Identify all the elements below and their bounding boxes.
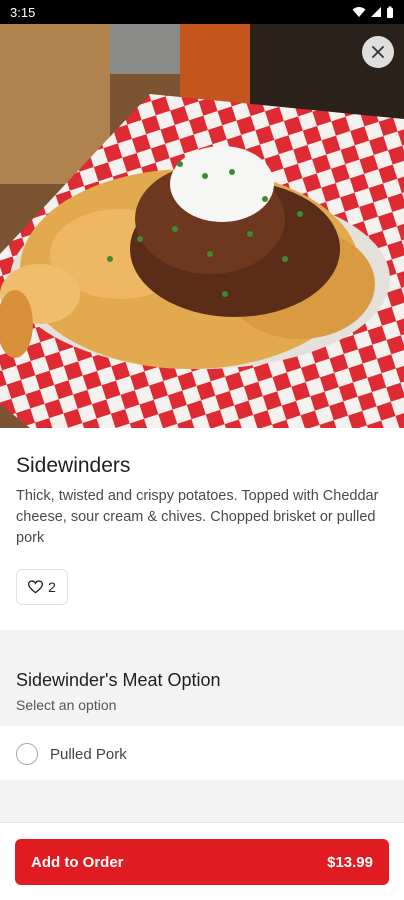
order-price: $13.99 xyxy=(327,853,373,871)
status-time: 3:15 xyxy=(10,4,36,20)
option-label: Pulled Pork xyxy=(50,745,127,763)
like-button[interactable]: 2 xyxy=(16,569,68,605)
item-description: Thick, twisted and crispy potatoes. Topp… xyxy=(16,488,379,546)
add-to-order-label: Add to Order xyxy=(31,853,124,871)
section-divider xyxy=(0,780,404,822)
item-details: Sidewinders Thick, twisted and crispy po… xyxy=(0,428,404,605)
close-button[interactable] xyxy=(362,36,394,68)
status-icons xyxy=(352,6,394,18)
item-photo xyxy=(0,24,404,428)
battery-icon xyxy=(387,6,393,18)
like-count: 2 xyxy=(48,579,56,595)
radio-button[interactable] xyxy=(16,743,38,765)
add-to-order-button[interactable]: Add to Order $13.99 xyxy=(15,839,389,885)
close-icon xyxy=(372,46,384,58)
option-pulled-pork[interactable]: Pulled Pork xyxy=(0,728,404,780)
heart-icon xyxy=(28,580,44,594)
option-group-title: Sidewinder's Meat Option xyxy=(16,670,221,690)
item-title: Sidewinders xyxy=(16,454,131,477)
status-bar: 3:15 xyxy=(0,0,404,24)
option-group-subtitle: Select an option xyxy=(16,697,117,713)
option-group-header: Sidewinder's Meat Option Select an optio… xyxy=(0,630,404,726)
signal-icon xyxy=(371,7,381,17)
wifi-icon xyxy=(352,7,366,17)
bottom-bar: Add to Order $13.99 xyxy=(0,822,404,900)
